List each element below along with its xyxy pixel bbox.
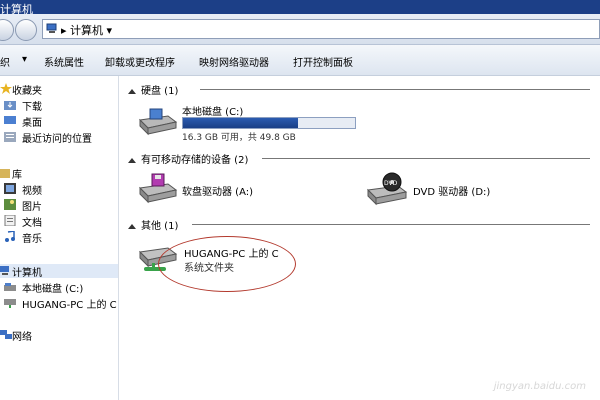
- recent-places-icon: [4, 132, 16, 142]
- system-properties-button[interactable]: 系统属性: [44, 54, 84, 69]
- breadcrumb[interactable]: ▸ 计算机 ▾: [61, 22, 112, 38]
- divider: [200, 89, 590, 90]
- chevron-right-icon: ▸: [61, 24, 67, 37]
- network-drive-icon: [4, 299, 16, 308]
- sidebar-item-label: 下载: [22, 102, 42, 113]
- map-network-drive-button[interactable]: 映射网络驱动器: [199, 54, 269, 69]
- download-folder-icon: [4, 101, 16, 110]
- sidebar-item-label: 桌面: [22, 118, 42, 129]
- sidebar-item-label: 视频: [22, 186, 42, 197]
- computer-icon: [46, 23, 57, 33]
- uninstall-program-button[interactable]: 卸载或更改程序: [105, 54, 175, 69]
- navigation-pane: 收藏夹 下载 桌面 最近访问的位置 库 视频 图片 文档 音乐 计算机 本地磁盘…: [0, 76, 119, 400]
- sidebar-item-label: 图片: [22, 202, 42, 213]
- computer-icon: [0, 266, 9, 275]
- desktop-icon: [4, 116, 16, 124]
- network-icon: [0, 330, 12, 339]
- sidebar-item-label: 计算机: [12, 268, 42, 279]
- sidebar-item-label: 文档: [22, 218, 42, 229]
- forward-button[interactable]: [15, 19, 37, 41]
- address-bar-area: ▸ 计算机 ▾: [0, 14, 600, 45]
- collapse-arrow-icon[interactable]: [128, 88, 136, 94]
- address-field[interactable]: ▸ 计算机 ▾: [42, 19, 600, 39]
- sidebar-item-label: 最近访问的位置: [22, 134, 92, 145]
- hard-drive-icon: [138, 108, 178, 136]
- sidebar-item-computer[interactable]: 计算机: [0, 264, 118, 279]
- watermark: jingyan.baidu.com: [493, 381, 586, 392]
- group-header-removable[interactable]: 有可移动存储的设备 (2): [128, 151, 248, 166]
- divider: [192, 224, 590, 225]
- disk-usage-bar: [182, 117, 356, 129]
- collapse-arrow-icon[interactable]: [128, 157, 136, 163]
- group-header-hard-disks[interactable]: 硬盘 (1): [128, 82, 178, 97]
- star-icon: [0, 83, 12, 94]
- dvd-drive-label[interactable]: DVD 驱动器 (D:): [413, 183, 490, 198]
- sidebar-item-label: 收藏夹: [12, 86, 42, 97]
- hard-drive-icon: [4, 283, 16, 291]
- sidebar-item-label: 网络: [12, 332, 32, 343]
- sidebar-item-label: 本地磁盘 (C:): [22, 284, 84, 295]
- library-icon: [0, 169, 10, 178]
- chevron-down-icon[interactable]: ▾: [107, 24, 113, 37]
- collapse-arrow-icon[interactable]: [128, 223, 136, 229]
- drive-info: 16.3 GB 可用，共 49.8 GB: [182, 133, 296, 143]
- divider: [262, 158, 590, 159]
- disk-usage-fill: [183, 118, 299, 128]
- video-icon: [4, 183, 16, 194]
- sidebar-item-label: HUGANG-PC 上的 C: [22, 300, 117, 311]
- open-control-panel-button[interactable]: 打开控制面板: [293, 54, 353, 69]
- drive-name[interactable]: 本地磁盘 (C:): [182, 103, 243, 118]
- organize-button[interactable]: 织: [0, 54, 10, 69]
- breadcrumb-computer[interactable]: 计算机: [70, 24, 103, 37]
- annotation-ellipse: [158, 236, 296, 292]
- dvd-drive-icon: DVD: [366, 172, 408, 206]
- picture-icon: [4, 199, 16, 210]
- sidebar-item-label: 库: [12, 170, 22, 181]
- floppy-drive-icon: [138, 173, 178, 204]
- document-icon: [4, 215, 16, 226]
- sidebar-item-label: 音乐: [22, 234, 42, 245]
- command-bar: 织 ▾ 系统属性 卸载或更改程序 映射网络驱动器 打开控制面板: [0, 45, 600, 76]
- floppy-drive-label[interactable]: 软盘驱动器 (A:): [182, 183, 253, 198]
- group-header-other[interactable]: 其他 (1): [128, 217, 178, 232]
- back-button[interactable]: [0, 19, 14, 41]
- music-icon: [5, 231, 15, 242]
- title-bar: 计算机: [0, 0, 600, 16]
- dvd-badge: DVD: [384, 180, 398, 187]
- separator: ▾: [22, 54, 28, 65]
